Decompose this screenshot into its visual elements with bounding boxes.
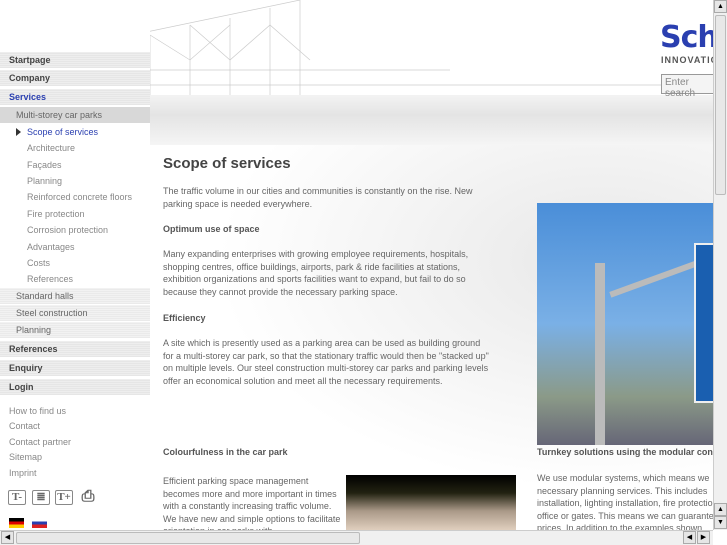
- nav-standard-halls[interactable]: Standard halls: [0, 288, 150, 304]
- image-caption: Turnkey solutions using the modular conc…: [537, 447, 713, 457]
- sidebar: Startpage Company Services Multi-storey …: [0, 0, 150, 530]
- decrease-text-icon[interactable]: T-: [8, 490, 26, 505]
- nav-references[interactable]: References: [0, 341, 150, 358]
- nav-reinforced-concrete-floors[interactable]: Reinforced concrete floors: [27, 190, 132, 204]
- nav-enquiry[interactable]: Enquiry: [0, 360, 150, 377]
- scroll-left-icon[interactable]: ◀: [1, 531, 14, 544]
- current-arrow-icon: [16, 128, 21, 136]
- nav-architecture[interactable]: Architecture: [27, 141, 75, 155]
- scroll-up-icon[interactable]: ▲: [714, 0, 727, 13]
- nav-advantages[interactable]: Advantages: [27, 240, 75, 254]
- nav-facades[interactable]: Façades: [27, 158, 62, 172]
- right-text-line: prices. In addition to the examples show…: [537, 523, 703, 530]
- russian-flag-icon[interactable]: [32, 518, 47, 528]
- link-how-to-find-us[interactable]: How to find us: [9, 406, 66, 416]
- scroll-down-icon[interactable]: ▼: [714, 516, 727, 529]
- main-content: Scope of services The traffic volume in …: [150, 145, 713, 530]
- intro-text: The traffic volume in our cities and com…: [163, 186, 473, 209]
- nav-planning-main[interactable]: Planning: [0, 322, 150, 338]
- heading-colourfulness: Colourfulness in the car park: [163, 447, 288, 457]
- horizontal-scroll-thumb[interactable]: [16, 532, 360, 544]
- print-icon[interactable]: ⎙: [79, 489, 97, 505]
- scroll-up-small-icon[interactable]: ▲: [714, 503, 727, 516]
- right-text-line: installation, lighting installation, fir…: [537, 498, 713, 508]
- nav-planning[interactable]: Planning: [27, 174, 62, 188]
- link-imprint[interactable]: Imprint: [9, 468, 37, 478]
- paragraph-colourfulness: Efficient parking space management becom…: [163, 476, 341, 530]
- nav-corrosion-protection[interactable]: Corrosion protection: [27, 223, 108, 237]
- nav-services[interactable]: Services: [0, 89, 150, 106]
- logo-tagline: INNOVATIONS: [661, 55, 713, 65]
- link-sitemap[interactable]: Sitemap: [9, 452, 42, 462]
- right-text-line: necessary planning services. This includ…: [537, 486, 708, 496]
- nav-costs[interactable]: Costs: [27, 256, 50, 270]
- search-input[interactable]: Enter search: [661, 74, 721, 99]
- nav-fire-protection[interactable]: Fire protection: [27, 207, 85, 221]
- nav-company[interactable]: Company: [0, 70, 150, 87]
- parking-sign-photo: [537, 203, 713, 445]
- right-text-line: office or gates. This means we can guara…: [537, 511, 713, 521]
- header-banner: [150, 0, 713, 95]
- scroll-right-icon[interactable]: ▶: [697, 531, 710, 544]
- text-view-icon[interactable]: ≣: [32, 490, 50, 505]
- scroll-left-small-icon[interactable]: ◀: [683, 531, 696, 544]
- link-contact-partner[interactable]: Contact partner: [9, 437, 71, 447]
- nav-references-sub[interactable]: References: [27, 272, 73, 286]
- increase-text-icon[interactable]: T+: [55, 490, 73, 505]
- paragraph-optimum-use: Many expanding enterprises with growing …: [163, 249, 469, 297]
- page-title: Scope of services: [163, 155, 291, 172]
- horizontal-scrollbar[interactable]: ◀ ◀ ▶: [0, 530, 713, 545]
- vertical-scroll-thumb[interactable]: [715, 15, 726, 195]
- car-park-night-photo: [346, 475, 516, 530]
- german-flag-icon[interactable]: [9, 518, 24, 528]
- heading-optimum-use: Optimum use of space: [163, 224, 260, 234]
- heading-efficiency: Efficiency: [163, 313, 206, 323]
- company-logo[interactable]: Schäfer: [660, 20, 713, 55]
- nav-login[interactable]: Login: [0, 379, 150, 396]
- nav-multi-storey-car-parks[interactable]: Multi-storey car parks: [0, 107, 150, 123]
- header-band: [150, 95, 713, 145]
- link-contact[interactable]: Contact: [9, 421, 40, 431]
- nav-steel-construction[interactable]: Steel construction: [0, 305, 150, 321]
- paragraph-efficiency: A site which is presently used as a park…: [163, 338, 489, 386]
- vertical-scrollbar[interactable]: ▲ ▲ ▼: [713, 0, 727, 530]
- steel-frame-sketch: [150, 0, 710, 95]
- nav-scope-of-services[interactable]: Scope of services: [27, 125, 98, 139]
- right-text-line: We use modular systems, which means we: [537, 473, 710, 483]
- nav-startpage[interactable]: Startpage: [0, 52, 150, 69]
